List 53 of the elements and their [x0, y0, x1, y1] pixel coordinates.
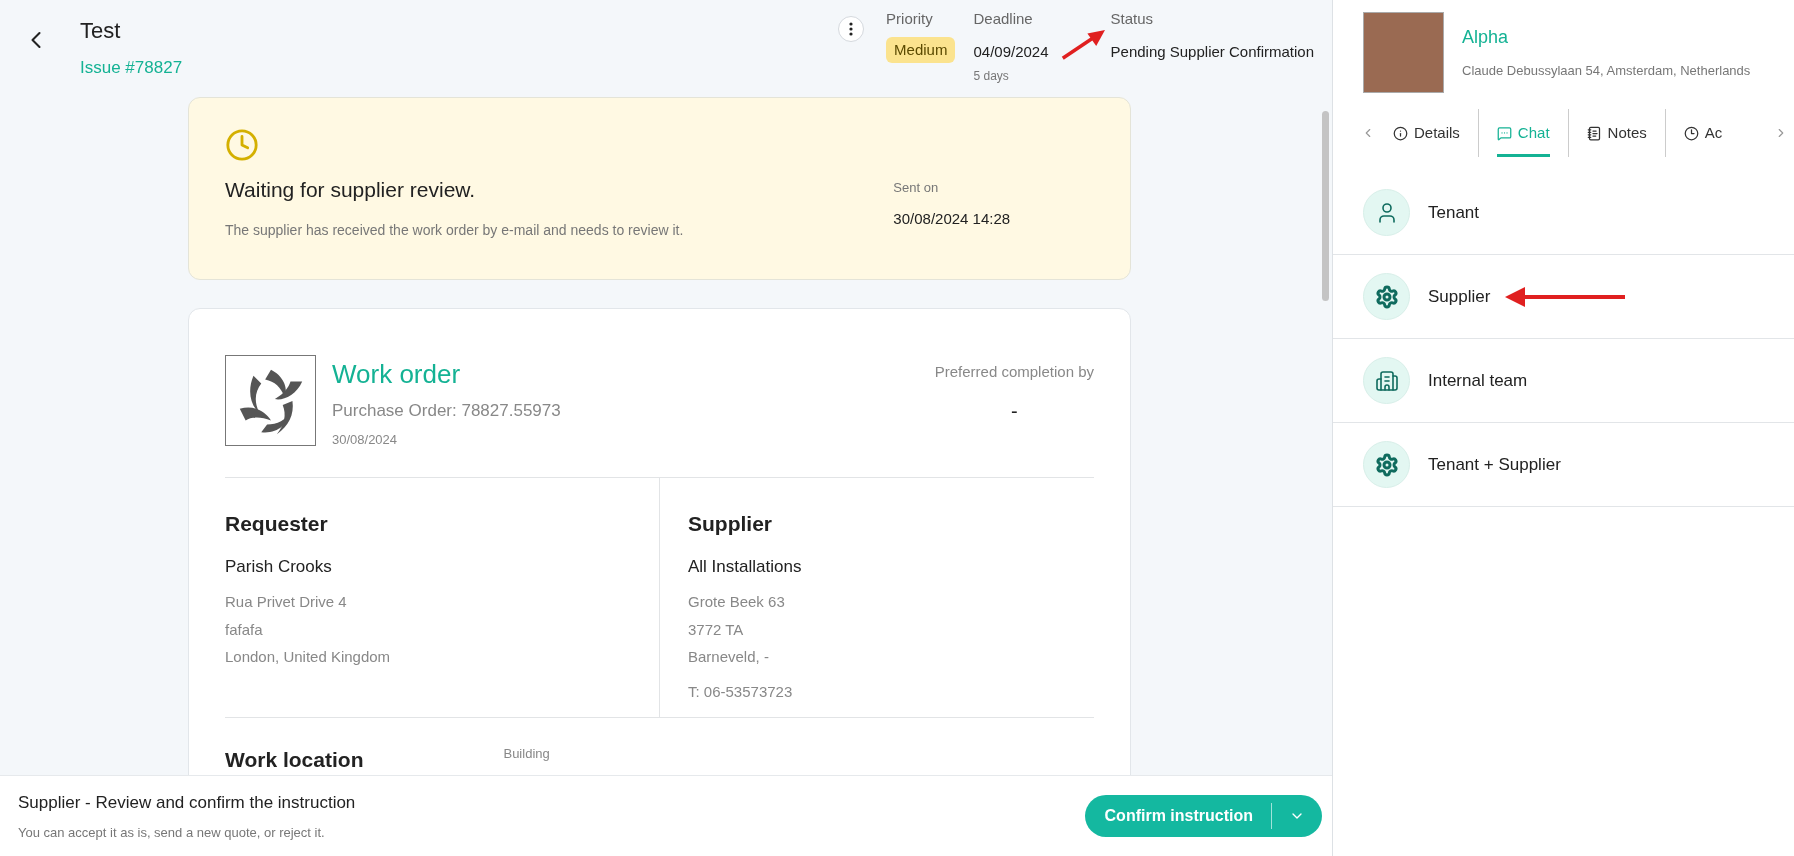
address-line: 3772 TA	[688, 619, 745, 640]
tab[interactable]: Details	[1375, 109, 1478, 157]
clock-icon	[225, 128, 259, 162]
party-heading: Supplier	[688, 511, 773, 537]
status-label: Status	[1110, 9, 1155, 29]
notes-icon	[1586, 125, 1602, 141]
purchase-order-number: Purchase Order: 78827.55973	[332, 400, 561, 422]
chat-channel[interactable]: Supplier	[1333, 255, 1794, 339]
work-order-title: Work order	[332, 358, 462, 391]
property-name: Alpha	[1462, 26, 1510, 50]
chat-channel[interactable]: Tenant	[1333, 171, 1794, 255]
sent-label: Sent on	[893, 179, 940, 197]
tab[interactable]: Notes	[1567, 109, 1665, 157]
work-order-date: 30/08/2024	[332, 430, 399, 449]
footer-text: You can accept it as is, send a new quote, or reject it.	[18, 824, 326, 842]
issue-number: Issue #78827	[80, 57, 183, 79]
tab[interactable]: Ac	[1664, 109, 1741, 157]
property-address: Claude Debussylaan 54, Amsterdam, Netherlands	[1462, 62, 1751, 81]
completion-label: Preferred completion by	[934, 362, 1094, 382]
status-value: Pending Supplier Confirmation	[1110, 41, 1314, 62]
chat-channel[interactable]: Tenant + Supplier	[1333, 423, 1794, 507]
building-label: Building	[503, 745, 550, 763]
sent-date: 30/08/2024 14:28	[893, 208, 1011, 229]
party-name: Parish Crooks	[225, 555, 333, 578]
scrollbar[interactable]	[1322, 111, 1329, 301]
address-line: Rua Privet Drive 4	[225, 592, 348, 612]
work-location-heading: Work location	[225, 747, 364, 773]
clock-icon	[1683, 125, 1699, 141]
priority-label: Priority	[886, 9, 933, 29]
party-heading: Requester	[225, 511, 329, 537]
more-button[interactable]	[838, 16, 865, 42]
gear-icon	[1374, 452, 1399, 477]
address-line: Barneveld, -	[688, 647, 770, 667]
party-name: All Installations	[688, 555, 802, 578]
gear-icon	[1374, 284, 1399, 309]
footer-title: Supplier - Review and confirm the instruction	[18, 791, 356, 814]
deadline-date: 04/09/2024	[973, 41, 1049, 62]
address-line: London, United Kingdom	[225, 647, 392, 667]
deadline-remaining: 5 days	[973, 68, 1010, 85]
address-line: fafafa	[225, 619, 264, 640]
issue-title: Test	[80, 17, 122, 45]
phone-number: T: 06-53573723	[688, 681, 794, 702]
notice-text: The supplier has received the work order by e-mail and needs to review it.	[225, 220, 684, 240]
address-line: Grote Beek 63	[688, 592, 786, 612]
more-icon	[849, 22, 854, 36]
deadline-label: Deadline	[973, 9, 1034, 29]
info-icon	[1393, 125, 1408, 141]
completion-value: -	[1011, 398, 1018, 424]
chat-icon	[1496, 125, 1512, 141]
chat-channel[interactable]: Internal team	[1333, 339, 1794, 423]
notice-title: Waiting for supplier review.	[225, 177, 477, 203]
priority-badge: Medium	[886, 36, 956, 63]
building-icon	[1374, 368, 1399, 393]
